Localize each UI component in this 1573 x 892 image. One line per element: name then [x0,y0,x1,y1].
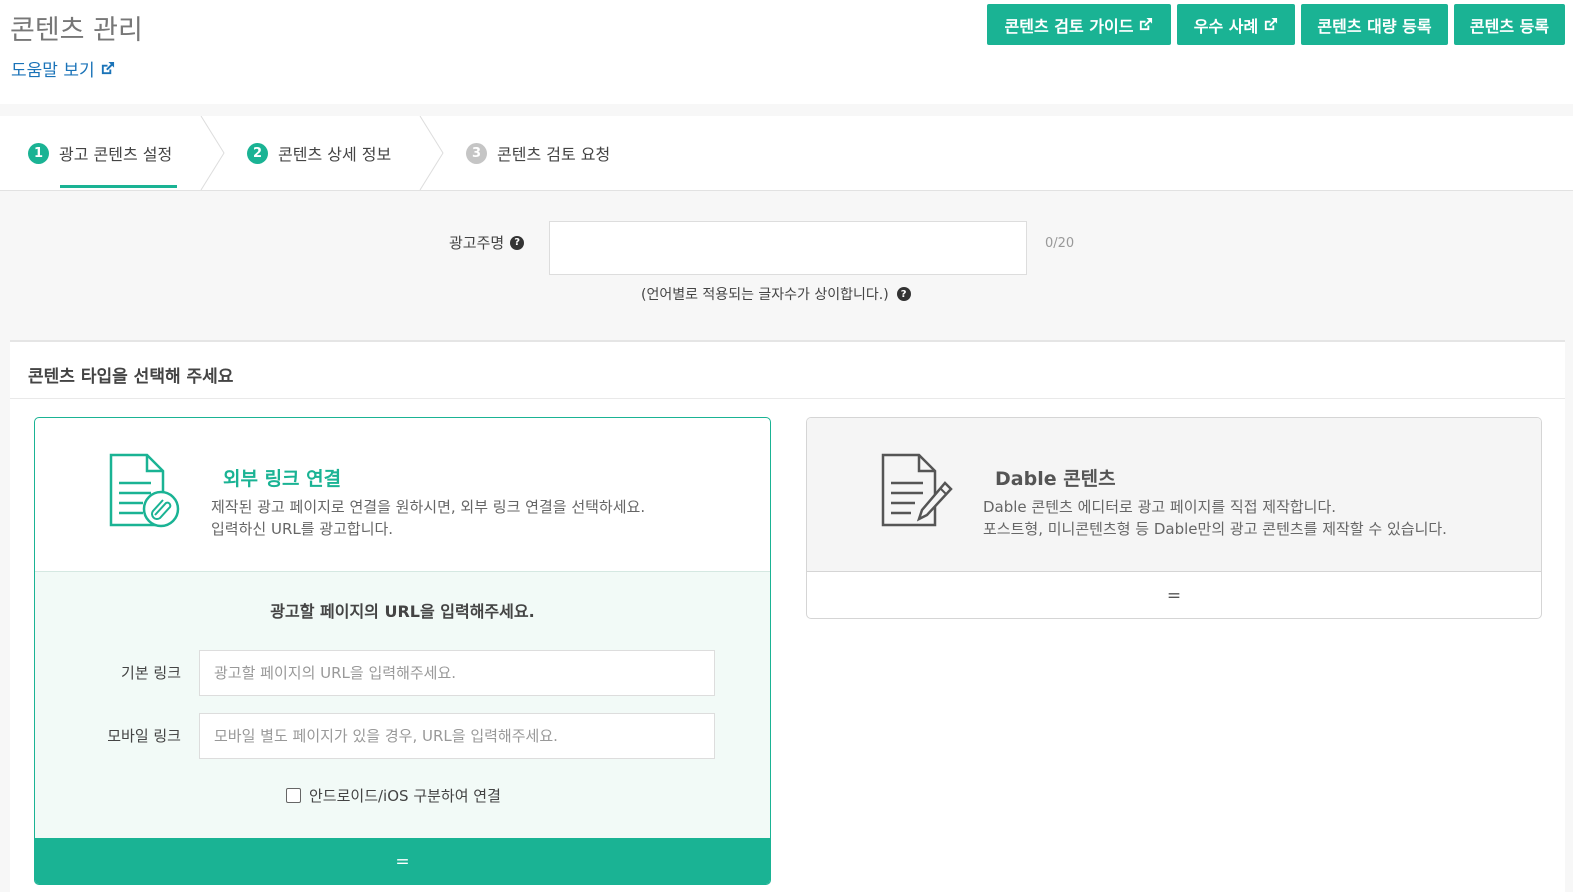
dable-content-card[interactable]: Dable 콘텐츠 Dable 콘텐츠 에디터로 광고 페이지를 직접 제작합니… [806,417,1542,619]
dable-content-desc-line1: Dable 콘텐츠 에디터로 광고 페이지를 직접 제작합니다. [983,498,1337,516]
basic-link-input[interactable] [199,650,715,696]
platform-split-label: 안드로이드/iOS 구분하여 연결 [309,787,501,805]
bulk-register-button[interactable]: 콘텐츠 대량 등록 [1301,4,1448,45]
advertiser-char-counter: 0/20 [1045,236,1075,251]
content-type-panel: 콘텐츠 타입을 선택해 주세요 외부 링크 연결 제작된 광고 페이지로 연결을… [10,340,1565,892]
external-link-desc-line2: 입력하신 URL를 광고합니다. [211,520,394,538]
external-link-icon [1263,17,1278,32]
dable-content-toggle-button[interactable]: = [807,572,1541,618]
page-header: 콘텐츠 관리 도움말 보기 콘텐츠 검토 가이드 우수 사례 콘텐츠 대량 등록… [0,0,1573,104]
external-link-card-header[interactable]: 외부 링크 연결 제작된 광고 페이지로 연결을 원하시면, 외부 링크 연결을… [35,418,770,572]
url-form-title: 광고할 페이지의 URL을 입력해주세요. [270,602,535,621]
dable-content-desc-line2: 포스트형, 미니콘텐츠형 등 Dable만의 광고 콘텐츠를 제작할 수 있습니… [983,520,1447,538]
mobile-link-input[interactable] [199,713,715,759]
url-form: 광고할 페이지의 URL을 입력해주세요. 기본 링크 모바일 링크 안드로이드… [35,572,770,838]
step-separator-icon [200,116,225,190]
review-guide-button[interactable]: 콘텐츠 검토 가이드 [987,4,1171,45]
step-2[interactable]: 2 콘텐츠 상세 정보 [247,116,391,190]
page-title: 콘텐츠 관리 [10,15,143,46]
question-circle-icon[interactable]: ? [510,235,525,250]
register-content-button[interactable]: 콘텐츠 등록 [1454,4,1565,45]
step-1-label: 광고 콘텐츠 설정 [59,145,173,164]
advertiser-name-input[interactable] [549,221,1027,275]
dable-content-title: Dable 콘텐츠 [995,468,1116,490]
step-separator-icon [419,116,444,190]
help-link-label: 도움말 보기 [11,61,95,81]
help-link[interactable]: 도움말 보기 [11,56,115,81]
step-3-label: 콘텐츠 검토 요청 [497,145,611,164]
platform-split-checkbox-row[interactable]: 안드로이드/iOS 구분하여 연결 [286,785,501,806]
best-cases-button-label: 우수 사례 [1193,16,1259,36]
step-3-number: 3 [466,142,487,164]
platform-split-checkbox[interactable] [286,788,301,803]
review-guide-button-label: 콘텐츠 검토 가이드 [1004,16,1134,36]
step-indicator: 1 광고 콘텐츠 설정 2 콘텐츠 상세 정보 3 콘텐츠 검토 요청 [0,116,1573,191]
advertiser-note: (언어별로 적용되는 글자수가 상이합니다.) [641,287,889,303]
external-link-title: 외부 링크 연결 [223,468,342,490]
content-type-header: 콘텐츠 타입을 선택해 주세요 [10,342,1565,399]
mobile-link-label: 모바일 링크 [107,727,181,745]
bulk-register-button-label: 콘텐츠 대량 등록 [1317,16,1432,36]
step-1[interactable]: 1 광고 콘텐츠 설정 [28,116,172,190]
question-circle-icon[interactable]: ? [896,287,911,301]
advertiser-note-row: (언어별로 적용되는 글자수가 상이합니다.) ? [641,284,911,304]
external-link-toggle-button[interactable]: = [35,838,770,884]
advertiser-label-row: 광고주명 ? [449,232,525,253]
step-2-label: 콘텐츠 상세 정보 [278,145,392,164]
best-cases-button[interactable]: 우수 사례 [1177,4,1295,45]
content-type-title: 콘텐츠 타입을 선택해 주세요 [28,367,234,387]
active-step-indicator [60,185,177,188]
dable-content-desc: Dable 콘텐츠 에디터로 광고 페이지를 직접 제작합니다. 포스트형, 미… [983,496,1447,540]
step-2-number: 2 [247,142,268,164]
step-3[interactable]: 3 콘텐츠 검토 요청 [466,116,610,190]
external-link-icon [100,61,115,76]
advertiser-label: 광고주명 [449,234,505,252]
dable-content-card-header[interactable]: Dable 콘텐츠 Dable 콘텐츠 에디터로 광고 페이지를 직접 제작합니… [807,418,1541,572]
basic-link-label: 기본 링크 [121,664,181,682]
external-link-icon [1138,17,1153,32]
register-content-button-label: 콘텐츠 등록 [1469,16,1550,36]
document-attachment-icon [109,453,180,528]
external-link-desc: 제작된 광고 페이지로 연결을 원하시면, 외부 링크 연결을 선택하세요. 입… [211,496,645,540]
document-pencil-icon [881,453,953,527]
step-1-number: 1 [28,142,49,164]
external-link-card[interactable]: 외부 링크 연결 제작된 광고 페이지로 연결을 원하시면, 외부 링크 연결을… [34,417,771,885]
external-link-desc-line1: 제작된 광고 페이지로 연결을 원하시면, 외부 링크 연결을 선택하세요. [211,498,646,516]
